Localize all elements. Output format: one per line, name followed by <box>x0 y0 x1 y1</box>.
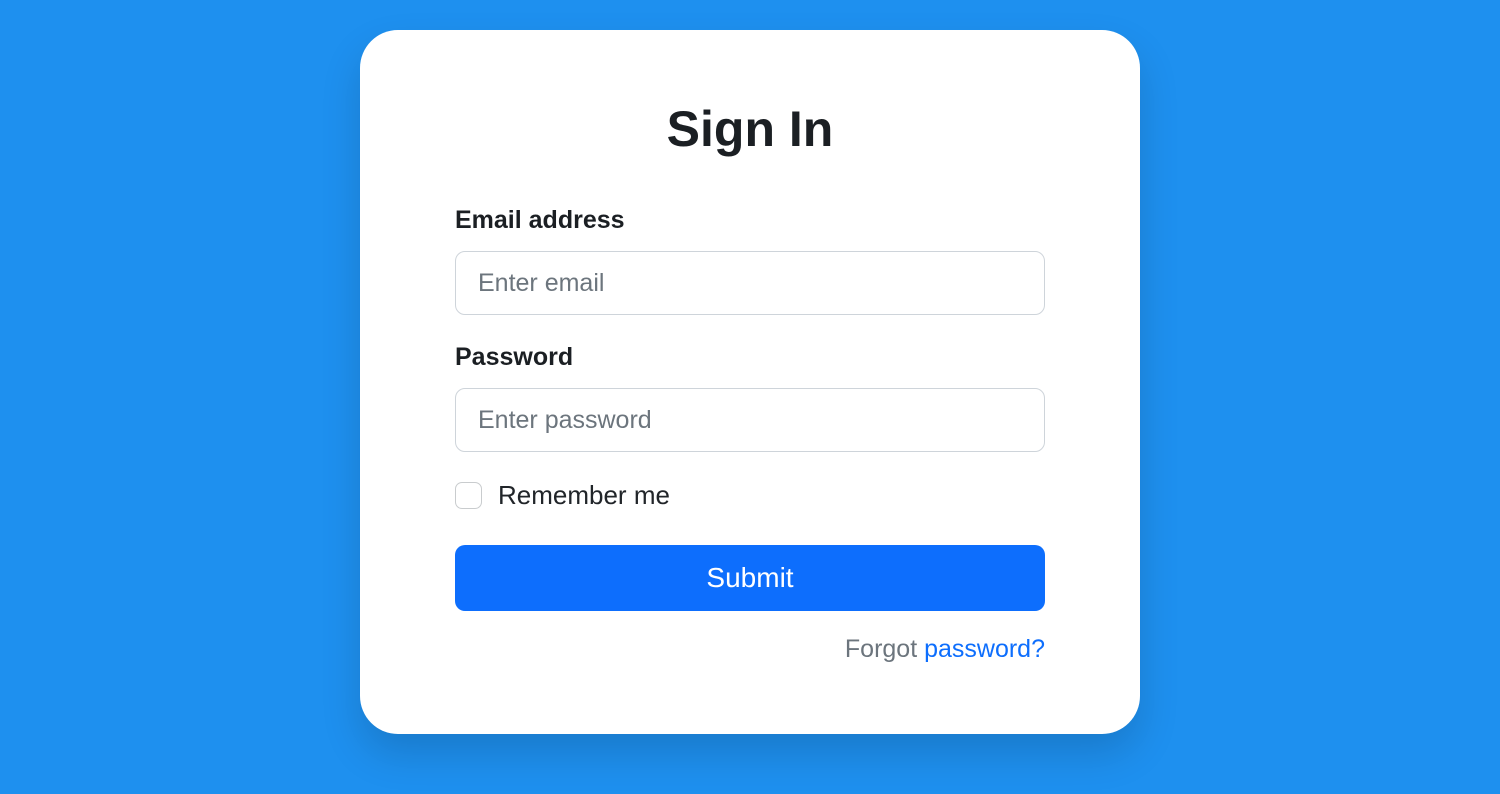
remember-row: Remember me <box>455 480 1045 511</box>
card-title: Sign In <box>455 100 1045 158</box>
forgot-password-link[interactable]: password? <box>924 635 1045 663</box>
submit-button[interactable]: Submit <box>455 545 1045 611</box>
email-label: Email address <box>455 206 1045 235</box>
forgot-prefix: Forgot <box>845 635 924 663</box>
forgot-row: Forgot password? <box>455 635 1045 664</box>
password-field[interactable] <box>455 388 1045 452</box>
email-field[interactable] <box>455 251 1045 315</box>
remember-label[interactable]: Remember me <box>498 480 670 511</box>
password-group: Password <box>455 343 1045 452</box>
signin-card: Sign In Email address Password Remember … <box>360 30 1140 734</box>
password-label: Password <box>455 343 1045 372</box>
remember-checkbox[interactable] <box>455 482 482 509</box>
email-group: Email address <box>455 206 1045 315</box>
